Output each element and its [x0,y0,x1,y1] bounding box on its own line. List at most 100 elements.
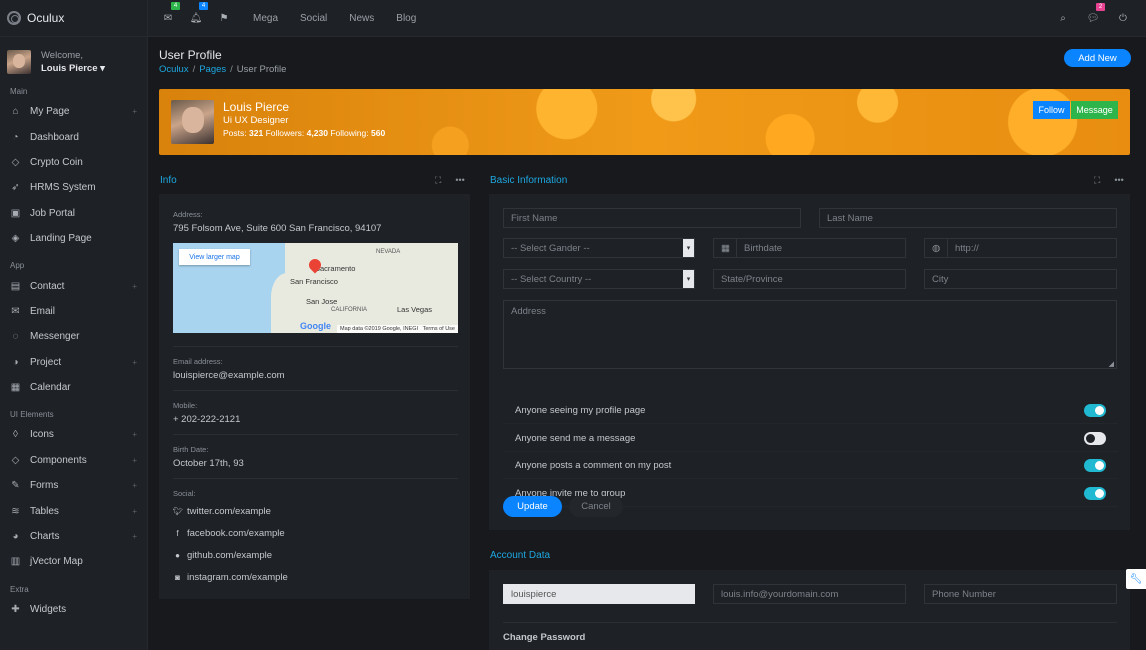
topbar-link-social[interactable]: Social [300,13,327,24]
fullscreen-icon[interactable]: ⛶ [435,175,441,186]
country-select[interactable]: -- Select Country -- ▾ [503,269,695,289]
email-value: louispierce@example.com [173,370,285,381]
more-icon[interactable]: ••• [1114,175,1123,186]
view-larger-map-button[interactable]: View larger map [179,249,250,265]
profile-avatar [171,100,214,144]
sidebar-item-project[interactable]: ◑ Project + [0,350,147,375]
map-data-credit: Map data ©2019 Google, INEGI [340,326,419,332]
sidebar-item-messenger[interactable]: ◌ Messenger [0,324,147,349]
birthdate-input[interactable]: ▦ Birthdate [713,238,906,258]
divider [173,478,458,479]
expand-plus-icon[interactable]: + [132,507,137,516]
chat-button[interactable]: 💬︎ 2 [1086,2,1105,26]
phone-input[interactable]: Phone Number [924,584,1117,604]
gender-select[interactable]: -- Select Gander -- ▾ [503,238,695,258]
address-value: 795 Folsom Ave, Suite 600 San Francisco,… [173,223,382,234]
social-twitter[interactable]: 🐦︎ twitter.com/example [173,500,458,522]
main-content: User Profile Oculux / Pages / User Profile A… [148,37,1146,650]
sidebar-item-label: Dashboard [30,131,79,143]
first-name-input[interactable]: First Name [503,208,801,228]
flag-button[interactable]: ⚑ [217,11,231,25]
sidebar-item-components[interactable]: ◇ Components + [0,448,147,473]
social-github[interactable]: ● github.com/example [173,544,458,566]
toggle-switch[interactable] [1084,459,1106,472]
sidebar-item-calendar[interactable]: ▦ Calendar [0,375,147,400]
topbar-link-news[interactable]: News [349,13,374,24]
fullscreen-icon[interactable]: ⛶ [1094,175,1100,186]
mail-button[interactable]: ✉ 4 [161,2,180,25]
account-email-input[interactable]: louis.info@yourdomain.com [713,584,906,604]
contacts-icon: ▤ [10,280,21,292]
update-button[interactable]: Update [503,496,562,517]
add-new-button[interactable]: Add New [1064,49,1131,67]
chat-badge: 2 [1096,2,1105,11]
toggle-switch[interactable] [1084,486,1106,500]
website-input[interactable]: ◍ http:// [924,238,1117,258]
toggle-label: Anyone posts a comment on my post [515,460,672,471]
divider [503,622,1117,623]
gender-selected: -- Select Gander -- [511,242,590,254]
settings-toggle-button[interactable]: 🔧︎ [1126,569,1146,589]
message-button[interactable]: Message [1071,101,1118,119]
notifications-button[interactable]: 🔔︎ 4 [189,2,208,25]
flag-icon: ⚑ [219,12,229,24]
twitter-icon: 🐦︎ [173,506,184,516]
cancel-button[interactable]: Cancel [569,496,623,517]
user-name: Louis Pierce [41,63,98,74]
birth-date-value: October 17th, 93 [173,458,244,469]
sidebar-item-charts[interactable]: ◕ Charts + [0,524,147,549]
sidebar-item-email[interactable]: ✉ Email [0,299,147,324]
sidebar-item-my-page[interactable]: ⌂ My Page + [0,99,147,124]
crumb-oculux[interactable]: Oculux [159,64,189,75]
resize-handle-icon[interactable]: ◢ [1109,360,1114,368]
expand-plus-icon[interactable]: + [132,107,137,116]
info-card-title: Info [160,175,177,186]
caret-down-icon: ▾ [100,63,105,74]
sidebar-item-jvector-map[interactable]: ▥ jVector Map [0,549,147,574]
sidebar-item-tables[interactable]: ≋ Tables + [0,498,147,523]
expand-plus-icon[interactable]: + [132,456,137,465]
sidebar-item-hrms-system[interactable]: ➶ HRMS System [0,175,147,200]
sidebar-item-contact[interactable]: ▤ Contact + [0,273,147,298]
address-textarea[interactable]: Address ◢ [503,300,1117,369]
map-terms-link[interactable]: Terms of Use [423,326,455,332]
sidebar-item-widgets[interactable]: ✚ Widgets [0,597,147,622]
topbar-link-blog[interactable]: Blog [396,13,416,24]
welcome-text: Welcome, [41,50,84,61]
avatar[interactable] [7,50,31,74]
mail-badge: 4 [171,2,180,10]
location-map[interactable]: View larger map NEVADA Sacramento San Fr… [173,243,458,333]
topbar-link-mega[interactable]: Mega [253,13,278,24]
power-button[interactable]: ⏻ [1116,12,1130,26]
social-instagram[interactable]: ◙ instagram.com/example [173,566,458,588]
search-button[interactable]: ⌕ [1056,12,1070,26]
social-facebook[interactable]: f facebook.com/example [173,522,458,544]
expand-plus-icon[interactable]: + [132,358,137,367]
tag-icon: ◊ [13,429,18,441]
expand-plus-icon[interactable]: + [132,430,137,439]
more-icon[interactable]: ••• [455,175,464,186]
crumb-pages[interactable]: Pages [199,64,226,75]
brand[interactable]: Oculux [0,0,147,37]
sidebar-item-crypto-coin[interactable]: ◇ Crypto Coin [0,150,147,175]
sidebar-item-icons[interactable]: ◊ Icons + [0,422,147,447]
email-item: Email address: louispierce@example.com [173,357,458,381]
follow-button[interactable]: Follow [1033,101,1070,119]
mobile-item: Mobile: + 202-222-2121 [173,401,458,425]
state-input[interactable]: State/Province [713,269,906,289]
sidebar-item-dashboard[interactable]: ◔ Dashboard [0,124,147,149]
basic-info-tools: ⛶ ••• [1094,175,1124,186]
user-name-dropdown[interactable]: Louis Pierce ▾ [41,62,105,75]
expand-plus-icon[interactable]: + [132,282,137,291]
sidebar-item-forms[interactable]: ✎ Forms + [0,473,147,498]
sidebar-item-landing-page[interactable]: ◈ Landing Page [0,226,147,251]
expand-plus-icon[interactable]: + [132,532,137,541]
city-input[interactable]: City [924,269,1117,289]
username-input[interactable]: louispierce [503,584,695,604]
last-name-input[interactable]: Last Name [819,208,1117,228]
expand-plus-icon[interactable]: + [132,481,137,490]
sidebar-item-job-portal[interactable]: ▣ Job Portal [0,201,147,226]
toggle-switch[interactable] [1084,431,1106,445]
toggle-switch[interactable] [1084,404,1106,417]
diamond-icon: ◇ [11,156,20,168]
